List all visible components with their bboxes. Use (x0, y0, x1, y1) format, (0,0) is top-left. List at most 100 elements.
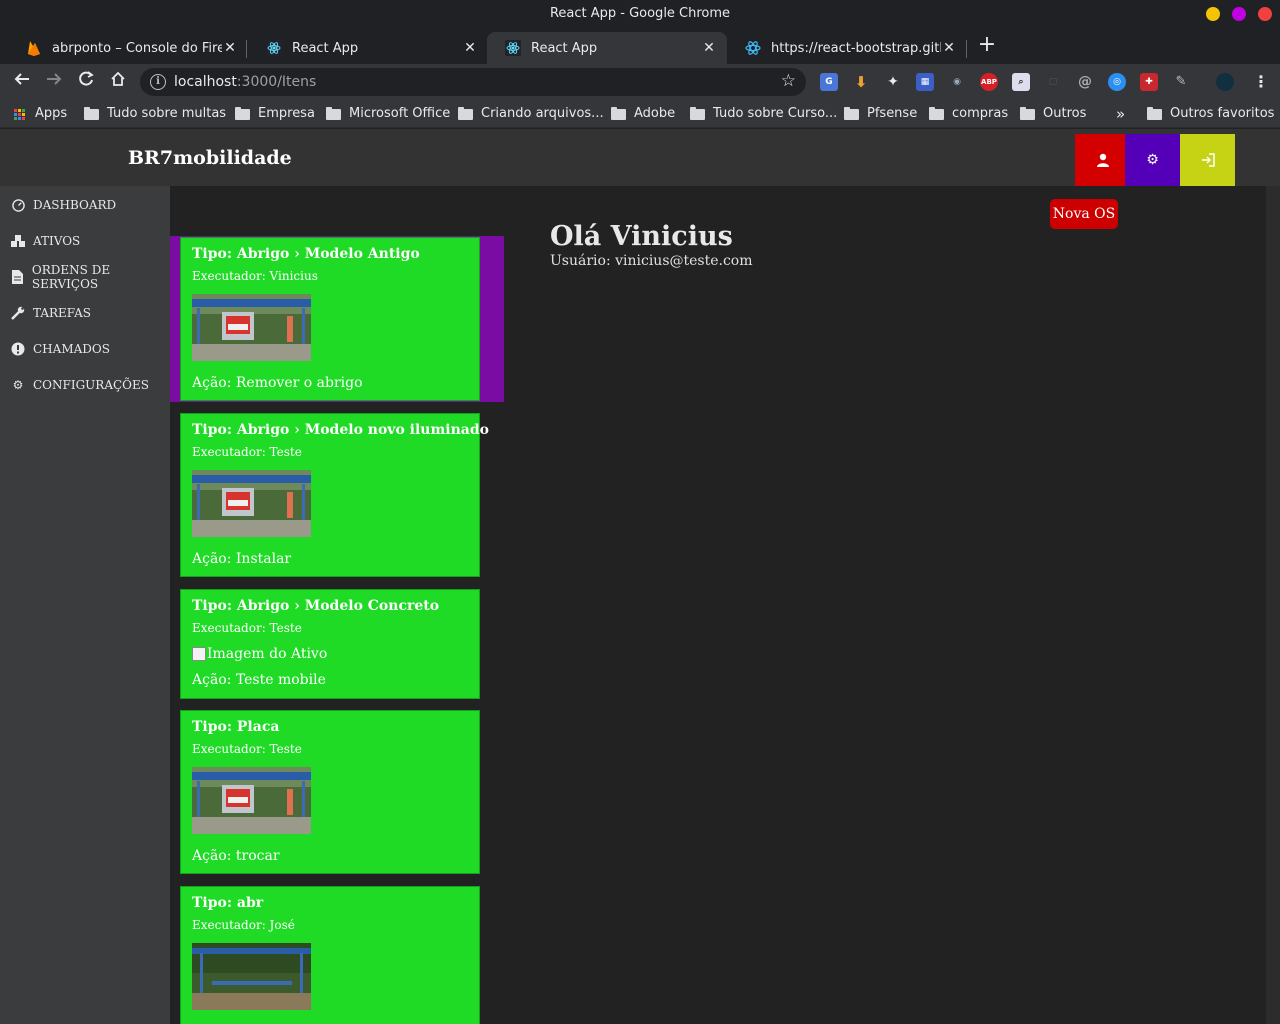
card-executor: Executador: Teste (192, 742, 302, 756)
bookmark-folder[interactable]: Tudo sobre multas (84, 100, 226, 128)
home-button[interactable] (106, 70, 130, 94)
chrome-extension-icon[interactable]: ◎ (1108, 73, 1126, 91)
card-type: Tipo: abr (192, 895, 264, 911)
bookmark-folder[interactable]: Microsoft Office (326, 100, 450, 128)
sidebar: DASHBOARD ATIVOS ORDENS DE SERVIÇOS TARE… (0, 186, 170, 1024)
minimize-button[interactable] (1206, 7, 1220, 21)
folder-icon (690, 106, 705, 120)
extension-icon[interactable]: ⌕ (1012, 73, 1030, 91)
image-alt-text: Imagem do Ativo (207, 646, 328, 662)
address-bar[interactable]: i localhost:3000/Itens ☆ (140, 68, 806, 96)
close-icon[interactable]: ✕ (462, 40, 478, 56)
tab-react-bootstrap[interactable]: https://react-bootstrap.github.io ✕ (727, 32, 967, 64)
file-icon (10, 269, 25, 285)
close-icon[interactable]: ✕ (941, 40, 957, 56)
user-button[interactable] (1075, 134, 1130, 186)
nova-os-button[interactable]: Nova OS (1050, 199, 1118, 229)
react-icon (505, 40, 521, 56)
back-button[interactable] (10, 70, 34, 94)
tab-react-app[interactable]: React App ✕ (248, 32, 488, 64)
tab-title: React App (531, 40, 598, 56)
folder-icon (929, 106, 944, 120)
bookmark-folder[interactable]: Pfsense (844, 100, 917, 128)
gear-icon: ⚙ (1146, 152, 1159, 168)
bookmark-apps[interactable]: Apps (14, 100, 67, 128)
folder-icon (1147, 106, 1162, 120)
sidebar-item-label: TAREFAS (33, 306, 91, 320)
close-window-button[interactable] (1258, 7, 1272, 21)
bookmarks-overflow-button[interactable]: » (1116, 100, 1125, 128)
sidebar-item-configuracoes[interactable]: ⚙ CONFIGURAÇÕES (10, 375, 149, 395)
avatar[interactable] (1216, 73, 1234, 91)
scrollbar[interactable] (1266, 186, 1280, 1024)
os-card[interactable]: Tipo: Abrigo › Modelo Concreto Executado… (180, 589, 480, 699)
sidebar-item-label: CONFIGURAÇÕES (33, 378, 149, 392)
cubes-icon (10, 233, 26, 249)
maximize-button[interactable] (1232, 7, 1246, 21)
firebase-icon (26, 40, 42, 56)
bookmark-folder[interactable]: Criando arquivos... (458, 100, 604, 128)
url-text[interactable]: localhost:3000/Itens (174, 68, 316, 96)
browser-toolbar: i localhost:3000/Itens ☆ G ⬇ ✦ ▦ ◉ ABP ⌕… (0, 64, 1280, 100)
card-action: Ação: Teste mobile (192, 672, 326, 688)
card-type: Tipo: Abrigo › Modelo Antigo (192, 246, 420, 262)
tab-title: https://react-bootstrap.github.io (771, 40, 941, 56)
sidebar-item-chamados[interactable]: CHAMADOS (10, 339, 110, 359)
new-tab-button[interactable]: + (976, 34, 998, 58)
sidebar-item-ativos[interactable]: ATIVOS (10, 231, 80, 251)
translate-extension-icon[interactable]: G (820, 73, 838, 91)
home-icon (111, 71, 125, 86)
os-card[interactable]: Tipo: Placa Executador: Teste Ação: troc… (180, 710, 480, 874)
sign-out-icon (1201, 153, 1215, 167)
greeting-heading: Olá Vinicius (550, 221, 733, 252)
sidebar-item-dashboard[interactable]: DASHBOARD (10, 195, 116, 215)
bookmark-folder[interactable]: Empresa (235, 100, 315, 128)
os-card[interactable]: Tipo: Abrigo › Modelo novo iluminado Exe… (180, 413, 489, 577)
sidebar-item-ordens-de-servicos[interactable]: ORDENS DE SERVIÇOS (10, 263, 170, 291)
info-icon[interactable]: i (150, 74, 166, 90)
tab-title: React App (292, 40, 359, 56)
bookmark-other-folder[interactable]: Outros favoritos (1147, 100, 1274, 128)
bookmark-folder[interactable]: Outros (1020, 100, 1086, 128)
sidebar-item-label: ATIVOS (33, 234, 81, 248)
extension-icon[interactable]: ✚ (1140, 73, 1158, 91)
brand-logo-text[interactable]: BR7mobilidade (128, 147, 292, 169)
card-type: Tipo: Abrigo › Modelo novo iluminado (192, 422, 489, 438)
forward-button[interactable] (42, 70, 66, 94)
card-action: Ação: trocar (192, 848, 280, 864)
settings-button[interactable]: ⚙ (1125, 134, 1180, 186)
extension-icon[interactable]: ▢ (1044, 73, 1062, 91)
extension-icon[interactable]: ◉ (948, 73, 966, 91)
bookmark-folder[interactable]: Tudo sobre Curso... (690, 100, 837, 128)
react-icon (266, 40, 282, 56)
folder-icon (326, 106, 341, 120)
close-icon[interactable]: ✕ (701, 40, 717, 56)
extension-icon[interactable]: ✎ (1172, 73, 1190, 91)
arrow-right-icon (47, 73, 62, 85)
wrench-icon (10, 305, 26, 321)
extension-icon[interactable]: ✦ (884, 73, 902, 91)
download-extension-icon[interactable]: ⬇ (852, 73, 870, 91)
os-card[interactable]: Tipo: abr Executador: José (180, 886, 480, 1024)
extension-icon[interactable]: ▦ (916, 73, 934, 91)
close-icon[interactable]: ✕ (222, 40, 238, 56)
menu-icon[interactable]: ⋮ (1252, 73, 1270, 91)
window-title: React App - Google Chrome (549, 6, 731, 21)
adblock-plus-icon[interactable]: ABP (980, 73, 998, 91)
broken-image: Imagem do Ativo (192, 646, 327, 662)
gear-icon: ⚙ (12, 378, 24, 392)
tab-react-app-active[interactable]: React App ✕ (487, 32, 727, 64)
tab-firebase-console[interactable]: abrponto – Console do Firebase ✕ (8, 32, 248, 64)
reload-button[interactable] (74, 70, 98, 94)
folder-icon (844, 106, 859, 120)
folder-icon (235, 106, 250, 120)
bookmark-folder[interactable]: Adobe (611, 100, 675, 128)
reload-icon (79, 71, 94, 86)
os-card[interactable]: Tipo: Abrigo › Modelo Antigo Executador:… (180, 237, 480, 401)
bookmark-folder[interactable]: compras (929, 100, 1008, 128)
bookmark-star-icon[interactable]: ☆ (781, 71, 796, 91)
sidebar-item-tarefas[interactable]: TAREFAS (10, 303, 91, 323)
logout-button[interactable] (1180, 134, 1235, 186)
bookmarks-bar: Apps Tudo sobre multas Empresa Microsoft… (0, 100, 1280, 128)
extension-icon[interactable]: @ (1076, 73, 1094, 91)
